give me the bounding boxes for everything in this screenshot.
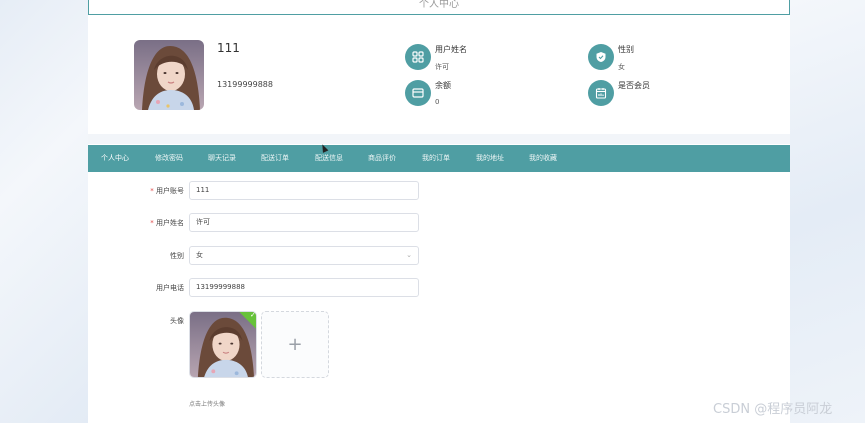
- phone-input[interactable]: 13199999888: [189, 278, 419, 297]
- tab-my-orders[interactable]: 我的订单: [422, 145, 450, 172]
- wallet-icon: [405, 80, 431, 106]
- gender-label: 性别: [170, 252, 184, 260]
- avatar-label: 头像: [170, 317, 184, 325]
- profile-phone: 13199999888: [217, 80, 273, 89]
- uploaded-avatar[interactable]: [189, 311, 257, 378]
- tab-my-address[interactable]: 我的地址: [476, 145, 504, 172]
- page-title: 个人中心: [88, 0, 790, 15]
- shield-icon: [588, 44, 614, 70]
- tab-delivery-orders[interactable]: 配送订单: [261, 145, 289, 172]
- tab-personal-center[interactable]: 个人中心: [101, 145, 129, 172]
- background-right: [790, 0, 865, 423]
- name-label: * 用户姓名: [150, 219, 184, 227]
- gender-select-value: 女: [196, 251, 203, 259]
- checkmark-icon: ✓: [250, 311, 256, 319]
- gender-select[interactable]: 女 ⌄: [189, 246, 419, 265]
- info-name-label: 用户姓名: [435, 45, 467, 54]
- tab-chat-history[interactable]: 聊天记录: [208, 145, 236, 172]
- info-name-value: 许可: [435, 63, 449, 71]
- tab-product-reviews[interactable]: 商品评价: [368, 145, 396, 172]
- info-gender-value: 女: [618, 63, 625, 71]
- watermark: CSDN @程序员阿龙: [713, 402, 833, 417]
- upload-hint: 点击上传头像: [189, 401, 226, 408]
- grid-icon: [405, 44, 431, 70]
- tab-my-favorites[interactable]: 我的收藏: [529, 145, 557, 172]
- chevron-down-icon: ⌄: [406, 251, 412, 259]
- tab-delivery-info[interactable]: 配送信息: [315, 145, 343, 172]
- phone-label: 用户电话: [156, 284, 184, 292]
- info-balance-value: 0: [435, 98, 440, 106]
- profile-username: 111: [217, 41, 240, 55]
- name-input[interactable]: 许可: [189, 213, 419, 232]
- info-gender-label: 性别: [618, 45, 634, 54]
- info-member-label: 是否会员: [618, 81, 650, 90]
- avatar: [134, 40, 204, 110]
- calendar-icon: [588, 80, 614, 106]
- section-divider: [88, 134, 790, 144]
- upload-add-button[interactable]: +: [261, 311, 329, 378]
- account-label: * 用户账号: [150, 187, 184, 195]
- account-input[interactable]: 111: [189, 181, 419, 200]
- tab-change-password[interactable]: 修改密码: [155, 145, 183, 172]
- info-balance-label: 余额: [435, 81, 451, 90]
- background-left: [0, 0, 88, 423]
